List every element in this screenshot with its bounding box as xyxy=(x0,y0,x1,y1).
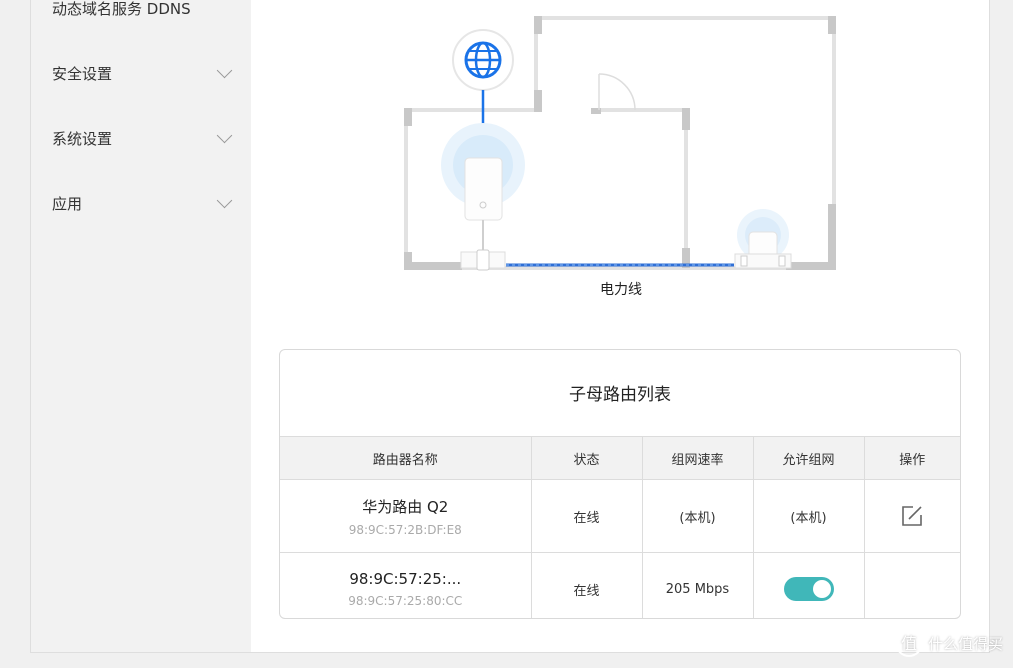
action-cell xyxy=(864,553,960,619)
toggle-knob xyxy=(812,580,831,598)
sidebar-item-system[interactable]: 系统设置 xyxy=(52,123,233,153)
edit-icon[interactable] xyxy=(900,504,924,528)
svg-text:值: 值 xyxy=(901,634,917,653)
table-row: 98:9C:57:25:... 98:9C:57:25:80:CC 在线 205… xyxy=(280,552,960,619)
powerline-caption: 电力线 xyxy=(600,282,642,298)
router-name-cell: 98:9C:57:25:... 98:9C:57:25:80:CC xyxy=(280,552,532,618)
watermark-text: 什么值得买 xyxy=(927,634,1003,653)
sidebar-item-apps[interactable]: 应用 xyxy=(52,188,233,218)
router-table: 路由器名称 状态 组网速率 允许组网 操作 华为路由 Q2 98:9C:57:2… xyxy=(280,436,960,619)
table-header-row: 路由器名称 状态 组网速率 允许组网 操作 xyxy=(280,436,960,480)
sidebar-item-label: 安全设置 xyxy=(52,64,113,83)
router-list-title: 子母路由列表 xyxy=(569,385,671,405)
sidebar-item-label: 应用 xyxy=(52,194,83,213)
column-header-name: 路由器名称 xyxy=(280,436,532,480)
router-name: 华为路由 Q2 xyxy=(362,497,449,516)
internet-globe-icon xyxy=(452,29,514,91)
router-mac: 98:9C:57:2B:DF:E8 xyxy=(348,522,462,537)
satellite-outlet-icon xyxy=(734,253,792,269)
rate-cell: (本机) xyxy=(642,479,754,553)
router-name-cell: 华为路由 Q2 98:9C:57:2B:DF:E8 xyxy=(280,479,532,553)
main-router-icon xyxy=(441,123,525,221)
column-header-allow: 允许组网 xyxy=(753,436,865,480)
allow-cell xyxy=(753,552,865,618)
router-name: 98:9C:57:25:... xyxy=(349,570,462,588)
sidebar-item-ddns[interactable]: 动态域名服务 DDNS xyxy=(52,0,233,23)
column-header-action: 操作 xyxy=(864,436,960,480)
sidebar-item-label: 动态域名服务 DDNS xyxy=(52,0,191,18)
column-header-status: 状态 xyxy=(531,436,643,480)
table-row: 华为路由 Q2 98:9C:57:2B:DF:E8 在线 (本机) (本机) xyxy=(280,479,960,553)
rate-cell: 205 Mbps xyxy=(642,552,754,618)
status-cell: 在线 xyxy=(531,552,643,618)
chevron-down-icon xyxy=(216,62,233,78)
sidebar-item-security[interactable]: 安全设置 xyxy=(52,58,233,88)
status-cell: 在线 xyxy=(531,479,643,553)
watermark: 值 什么值得买 xyxy=(894,628,1003,658)
router-mac: 98:9C:57:25:80:CC xyxy=(348,594,463,608)
main-content: 电力线 子母路由列表 路由器名称 状态 组网速率 允许组网 操作 华为路由 Q2 xyxy=(251,0,990,653)
sidebar-item-label: 系统设置 xyxy=(52,129,113,148)
floor-plan-diagram xyxy=(404,16,836,271)
allow-cell: (本机) xyxy=(753,479,865,553)
allow-networking-toggle[interactable] xyxy=(783,577,834,601)
action-cell xyxy=(864,479,960,553)
sidebar: 动态域名服务 DDNS 安全设置 系统设置 应用 xyxy=(30,0,252,653)
door-arc xyxy=(598,73,636,111)
column-header-rate: 组网速率 xyxy=(642,436,754,480)
smzdm-logo-icon: 值 xyxy=(894,629,923,657)
chevron-down-icon xyxy=(216,192,233,208)
chevron-down-icon xyxy=(216,127,233,143)
main-outlet-icon xyxy=(460,249,506,271)
router-list-card: 子母路由列表 路由器名称 状态 组网速率 允许组网 操作 华为路由 Q2 98:… xyxy=(279,349,961,619)
